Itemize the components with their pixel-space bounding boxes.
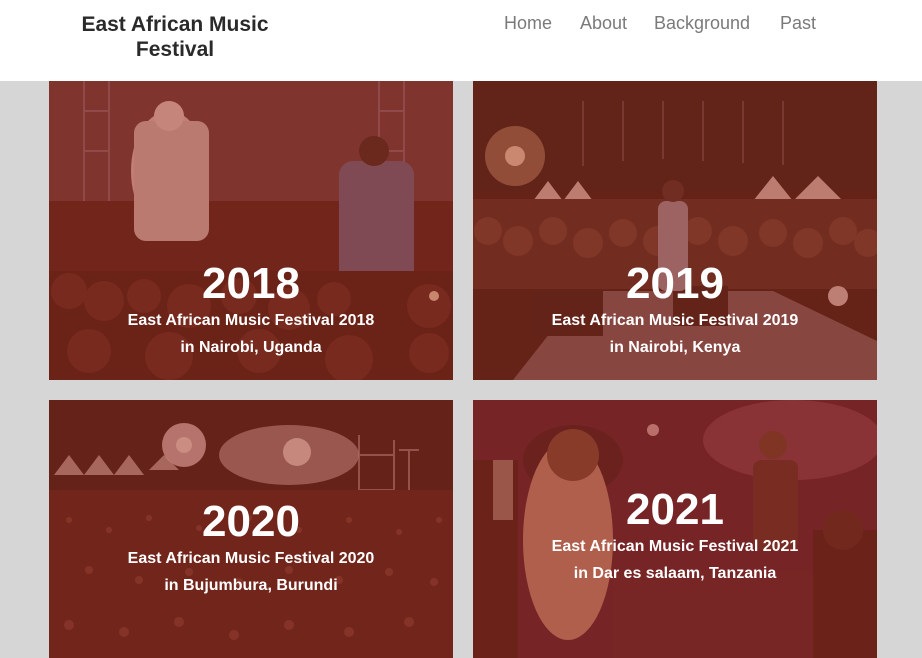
card-description: East African Music Festival 2019 in Nair… xyxy=(551,312,799,356)
festival-card-2020[interactable]: 2020 East African Music Festival 2020 in… xyxy=(49,400,453,658)
card-caption: 2020 East African Music Festival 2020 in… xyxy=(49,499,453,599)
nav-link-home[interactable]: Home xyxy=(504,13,552,34)
card-caption: 2021 East African Music Festival 2021 in… xyxy=(473,487,877,587)
festival-card-2021[interactable]: 2021 East African Music Festival 2021 in… xyxy=(473,400,877,658)
nav-link-about[interactable]: About xyxy=(580,13,627,34)
card-description: East African Music Festival 2021 in Dar … xyxy=(551,538,799,582)
nav-link-past[interactable]: Past xyxy=(780,13,816,34)
card-year: 2021 xyxy=(626,485,724,534)
festival-card-2018[interactable]: 2018 East African Music Festival 2018 in… xyxy=(49,81,453,380)
card-description: East African Music Festival 2018 in Nair… xyxy=(127,312,375,356)
card-caption: 2018 East African Music Festival 2018 in… xyxy=(49,261,453,361)
card-year: 2018 xyxy=(202,259,300,308)
navbar: East African Music Festival Home About B… xyxy=(0,0,922,81)
card-year: 2020 xyxy=(202,497,300,546)
card-description: East African Music Festival 2020 in Buju… xyxy=(127,550,375,594)
nav-link-background[interactable]: Background xyxy=(654,13,750,34)
card-year: 2019 xyxy=(626,259,724,308)
festival-card-2019[interactable]: 2019 East African Music Festival 2019 in… xyxy=(473,81,877,380)
card-caption: 2019 East African Music Festival 2019 in… xyxy=(473,261,877,361)
nav-links: Home About Background Past xyxy=(0,13,922,37)
